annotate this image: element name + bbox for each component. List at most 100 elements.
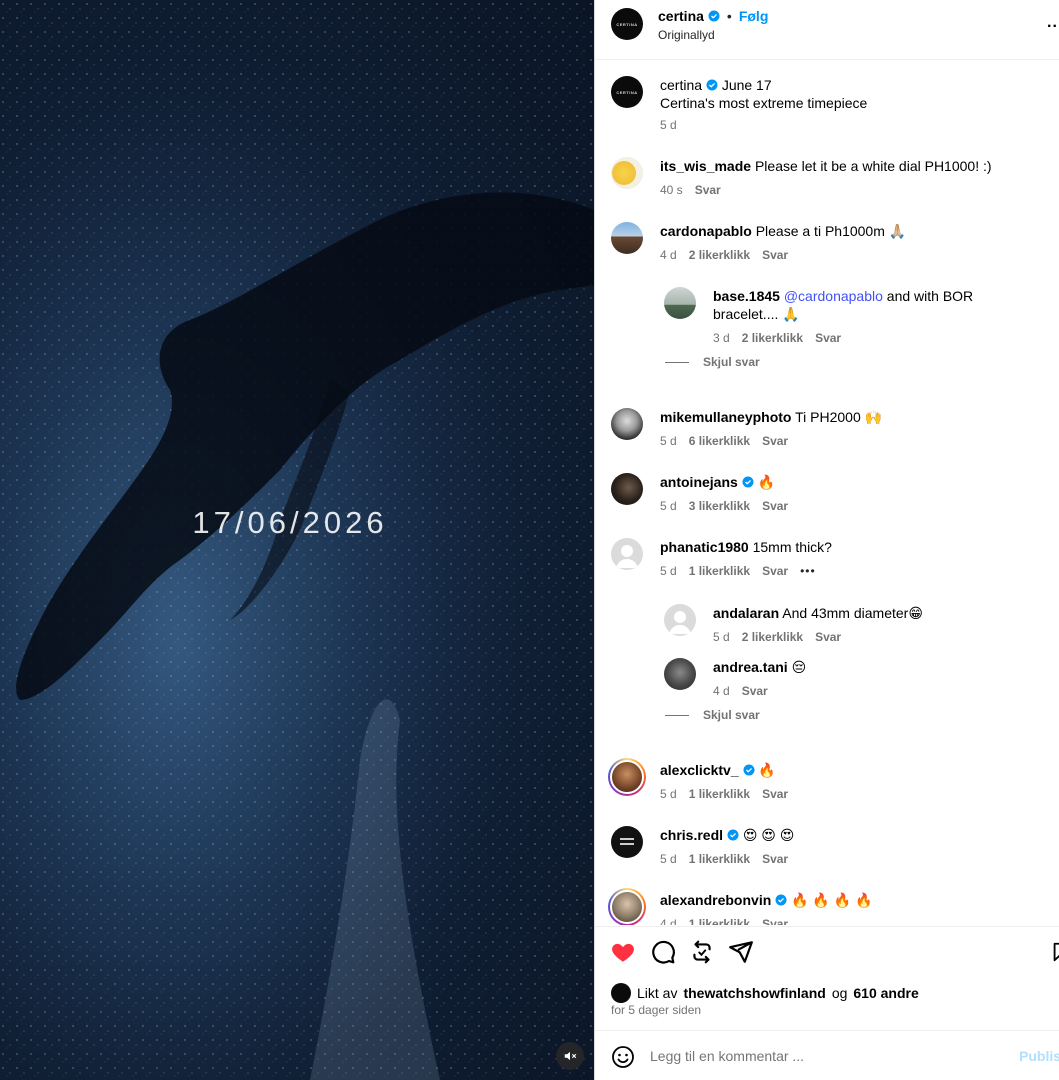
likes-count[interactable]: 1 likerklikk <box>689 852 750 866</box>
comment-time[interactable]: 4 d <box>660 248 677 262</box>
follow-button[interactable]: Følg <box>739 8 769 24</box>
likes-count[interactable]: 1 likerklikk <box>689 564 750 578</box>
repost-icon[interactable] <box>689 939 715 965</box>
comment-body: Ti PH2000 <box>795 409 861 425</box>
comment-body: Please a ti Ph1000m <box>755 223 885 239</box>
reply-button[interactable]: Svar <box>762 564 788 578</box>
comment-username[interactable]: antoinejans <box>660 474 738 490</box>
caption: certina June 17 Certina's most extreme t… <box>660 76 867 112</box>
more-options-icon[interactable]: .. <box>1047 14 1058 32</box>
comment-username[interactable]: mikemullaneyphoto <box>660 409 791 425</box>
comment-username[interactable]: phanatic1980 <box>660 539 749 555</box>
comment-options-icon[interactable]: ••• <box>800 564 816 578</box>
comment-time[interactable]: 5 d <box>660 564 677 578</box>
story-ring[interactable] <box>608 758 646 796</box>
likes-count[interactable]: 3 likerklikk <box>689 499 750 513</box>
comment-username[interactable]: alexclicktv_ <box>660 762 739 778</box>
likes-count[interactable]: 2 likerklikk <box>742 630 803 644</box>
reply-button[interactable]: Svar <box>815 630 841 644</box>
comment-username[interactable]: andalaran <box>713 605 779 621</box>
comment-username[interactable]: its_wis_made <box>660 158 751 174</box>
reply-button[interactable]: Svar <box>762 434 788 448</box>
comment-username[interactable]: chris.redl <box>660 827 723 843</box>
comment-time[interactable]: 3 d <box>713 331 730 345</box>
publish-button[interactable]: Publis <box>1019 1048 1059 1064</box>
likes-count[interactable]: 6 likerklikk <box>689 434 750 448</box>
comment-time[interactable]: 5 d <box>660 787 677 801</box>
likes-count[interactable]: 2 likerklikk <box>742 331 803 345</box>
avatar[interactable] <box>611 222 643 254</box>
comment-time[interactable]: 40 s <box>660 183 683 197</box>
avatar[interactable] <box>611 826 643 858</box>
caption-date: June 17 <box>721 77 772 93</box>
comment-username[interactable]: base.1845 <box>713 288 780 304</box>
verified-badge-icon <box>706 79 718 91</box>
caption-username[interactable]: certina <box>660 77 702 93</box>
comments-list[interactable]: CERTINA certina June 17 Certina's most e… <box>595 61 1059 925</box>
comment-time[interactable]: 5 d <box>660 499 677 513</box>
comment-body: and with BOR <box>886 288 974 304</box>
comment-text: chris.redl 😍 😍 😍 <box>660 826 794 844</box>
comment-username[interactable]: alexandrebonvin <box>660 892 771 908</box>
comment-time[interactable]: 4 d <box>660 917 677 925</box>
likes-count[interactable]: 1 likerklikk <box>689 787 750 801</box>
comment-text: mikemullaneyphoto Ti PH2000 🙌 <box>660 408 882 426</box>
comment-username[interactable]: cardonapablo <box>660 223 752 239</box>
comment-time[interactable]: 5 d <box>660 434 677 448</box>
likes-prefix: Likt av <box>637 985 678 1001</box>
comment-text: alexclicktv_ 🔥 <box>660 761 776 779</box>
avatar-logo <box>620 838 634 840</box>
post-video[interactable]: 17/06/2026 <box>0 0 594 1080</box>
liker-avatar[interactable] <box>611 983 631 1003</box>
likes-others[interactable]: 610 andre <box>853 985 918 1001</box>
hide-replies-button[interactable]: Skjul svar <box>665 708 760 722</box>
avatar <box>610 760 644 794</box>
comment-text: alexandrebonvin 🔥 🔥 🔥 🔥 <box>660 891 872 909</box>
comment-time[interactable]: 5 d <box>713 630 730 644</box>
likes-count[interactable]: 1 likerklikk <box>689 917 750 925</box>
comment-input[interactable] <box>650 1048 950 1064</box>
reply-button[interactable]: Svar <box>762 248 788 262</box>
reply-button[interactable]: Svar <box>762 787 788 801</box>
avatar[interactable] <box>611 473 643 505</box>
comment-icon[interactable] <box>650 939 676 965</box>
reply-button[interactable]: Svar <box>762 499 788 513</box>
reply-button[interactable]: Svar <box>815 331 841 345</box>
separator-dot: • <box>726 8 732 24</box>
caption-text: Certina's most extreme timepiece <box>660 95 868 111</box>
reply-button[interactable]: Svar <box>762 852 788 866</box>
avatar[interactable] <box>664 604 696 636</box>
avatar[interactable]: CERTINA <box>611 76 643 108</box>
reply-button[interactable]: Svar <box>695 183 721 197</box>
avatar[interactable] <box>611 157 643 189</box>
verified-badge-icon <box>775 894 787 906</box>
reply-button[interactable]: Svar <box>762 917 788 925</box>
mute-button[interactable] <box>556 1042 584 1070</box>
default-avatar-icon <box>616 545 638 568</box>
liker-username[interactable]: thewatchshowfinland <box>683 985 825 1001</box>
comment-username[interactable]: andrea.tani <box>713 659 788 675</box>
verified-badge-icon <box>743 764 755 776</box>
caption-time: 5 d <box>660 118 677 132</box>
avatar[interactable] <box>664 287 696 319</box>
comment-time[interactable]: 5 d <box>660 852 677 866</box>
mention-link[interactable]: @cardonapablo <box>784 288 883 304</box>
header-username[interactable]: certina <box>658 8 704 24</box>
likes-joiner: og <box>831 985 848 1001</box>
likes-count[interactable]: 2 likerklikk <box>689 248 750 262</box>
bookmark-icon[interactable] <box>1050 939 1059 965</box>
smiley-icon[interactable] <box>611 1045 635 1069</box>
avatar[interactable] <box>611 408 643 440</box>
story-ring[interactable] <box>608 888 646 925</box>
reply-button[interactable]: Svar <box>742 684 768 698</box>
comment-time[interactable]: 4 d <box>713 684 730 698</box>
avatar[interactable] <box>611 538 643 570</box>
hide-replies-button[interactable]: Skjul svar <box>665 355 760 369</box>
avatar[interactable] <box>664 658 696 690</box>
verified-badge-icon <box>708 10 720 22</box>
heart-filled-icon[interactable] <box>610 939 636 965</box>
avatar[interactable]: CERTINA <box>611 8 643 40</box>
audio-label[interactable]: Originallyd <box>658 28 715 42</box>
send-icon[interactable] <box>728 939 754 965</box>
post-time[interactable]: for 5 dager siden <box>611 1003 701 1017</box>
